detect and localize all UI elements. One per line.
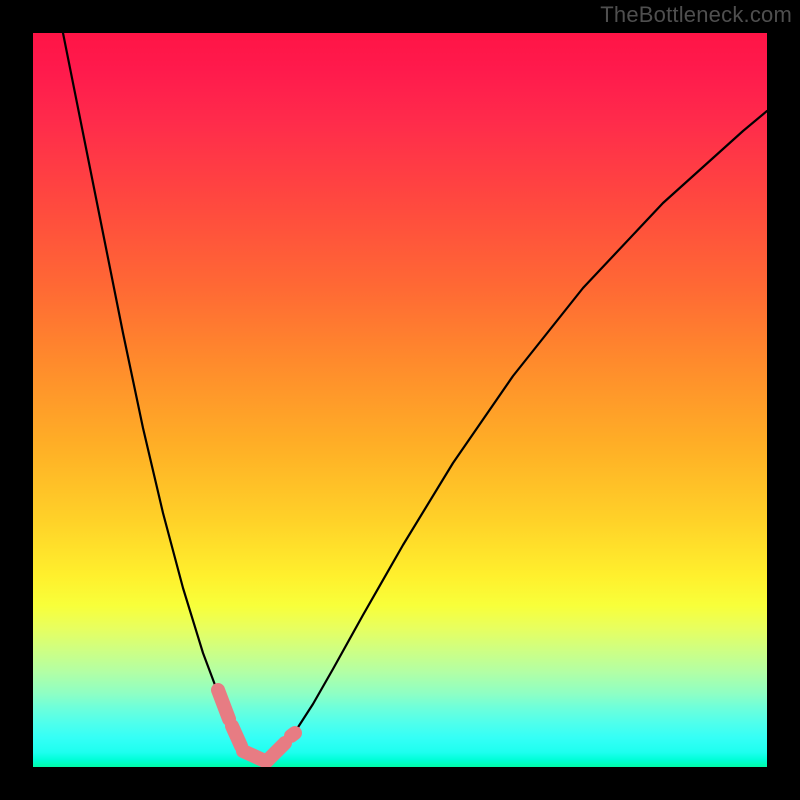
curve-marker (232, 726, 241, 746)
plot-area (33, 33, 767, 767)
watermark-text: TheBottleneck.com (600, 2, 792, 28)
curve-marker (291, 733, 295, 736)
chart-frame: TheBottleneck.com (0, 0, 800, 800)
curve-layer (33, 33, 767, 767)
bottleneck-curve (63, 33, 767, 763)
curve-marker (267, 743, 285, 761)
marker-layer (218, 690, 295, 761)
curve-marker (218, 690, 229, 719)
